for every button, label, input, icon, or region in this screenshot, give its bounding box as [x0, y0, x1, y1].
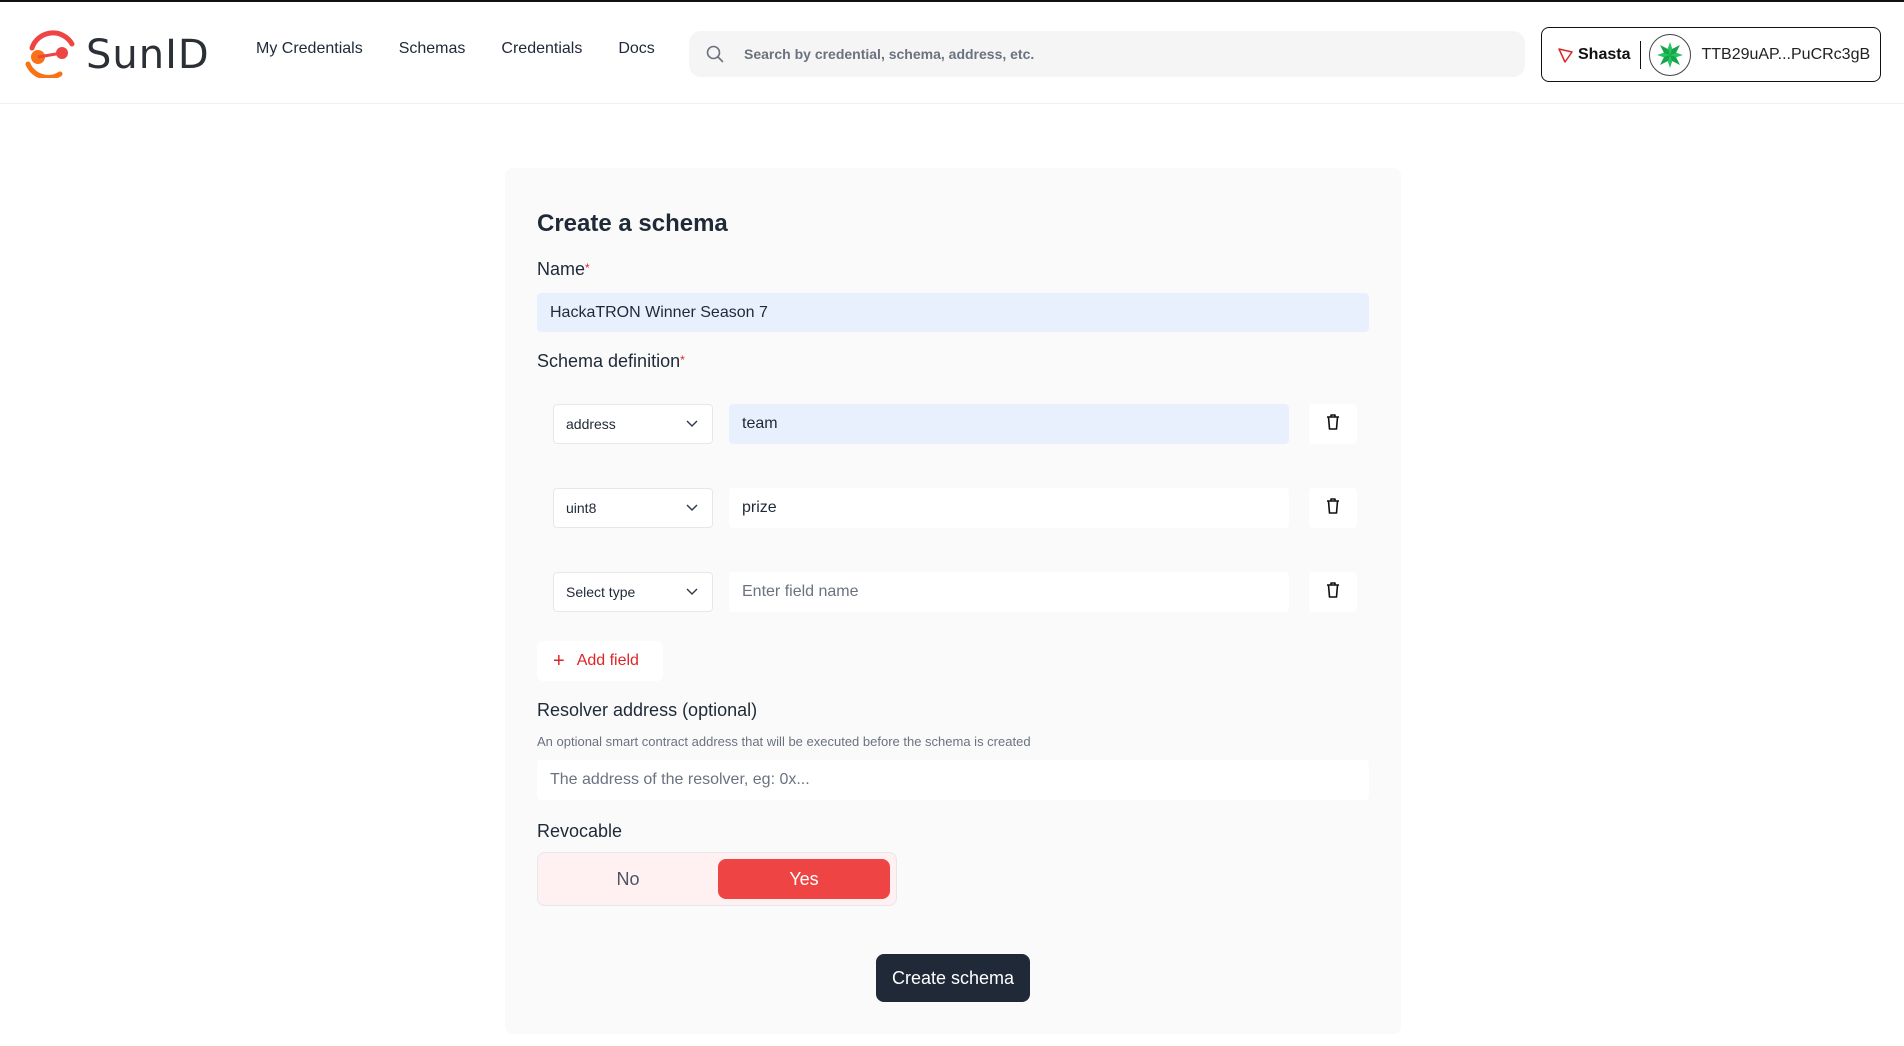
- field-name-input[interactable]: [729, 572, 1289, 612]
- network-name: Shasta: [1578, 45, 1631, 63]
- revocable-no-option[interactable]: No: [542, 859, 714, 899]
- name-label: Name*: [537, 259, 590, 280]
- delete-field-button[interactable]: [1309, 404, 1357, 444]
- schema-field-row: Select type: [553, 572, 1357, 612]
- wallet-address: TTB29uAP...PuCRc3gB: [1701, 45, 1871, 63]
- resolver-help-text: An optional smart contract address that …: [537, 734, 1031, 749]
- field-type-value: address: [566, 416, 616, 432]
- required-marker: *: [680, 353, 685, 367]
- revocable-label: Revocable: [537, 821, 623, 841]
- field-name-input[interactable]: [729, 488, 1289, 528]
- create-schema-card: Create a schema Name* Schema definition*…: [505, 168, 1401, 1034]
- header: SunID My Credentials Schemas Credentials…: [0, 2, 1904, 104]
- chevron-down-icon: [686, 588, 698, 596]
- tron-icon: [1558, 47, 1574, 63]
- trash-icon: [1326, 581, 1340, 603]
- nav-docs[interactable]: Docs: [618, 40, 654, 58]
- sunid-logo-icon: [25, 30, 75, 78]
- schema-field-row: uint8: [553, 488, 1357, 528]
- field-type-value: Select type: [566, 584, 636, 600]
- divider: [1640, 40, 1642, 69]
- page-title: Create a schema: [537, 210, 728, 237]
- delete-field-button[interactable]: [1309, 488, 1357, 528]
- search-bar: [689, 31, 1525, 77]
- field-type-select[interactable]: uint8: [553, 488, 713, 528]
- create-schema-button[interactable]: Create schema: [876, 954, 1030, 1002]
- revocable-yes-option[interactable]: Yes: [718, 859, 890, 899]
- brand-name: SunID: [86, 32, 210, 78]
- schema-definition-label-text: Schema definition: [537, 351, 681, 371]
- wallet-button[interactable]: Shasta TTB29uAP...PuCRc3gB: [1541, 27, 1881, 82]
- main-nav: My Credentials Schemas Credentials Docs: [256, 40, 691, 58]
- field-type-value: uint8: [566, 500, 597, 516]
- logo[interactable]: SunID: [24, 30, 224, 78]
- resolver-address-input[interactable]: [537, 760, 1369, 800]
- search-input[interactable]: [744, 46, 1504, 62]
- delete-field-button[interactable]: [1309, 572, 1357, 612]
- trash-icon: [1326, 497, 1340, 519]
- chevron-down-icon: [686, 504, 698, 512]
- add-field-button[interactable]: + Add field: [537, 641, 663, 681]
- field-type-select[interactable]: address: [553, 404, 713, 444]
- search-icon: [706, 45, 724, 63]
- required-marker: *: [585, 261, 590, 275]
- avatar: [1649, 33, 1692, 76]
- nav-schemas[interactable]: Schemas: [399, 40, 466, 58]
- name-input[interactable]: [537, 293, 1369, 332]
- plus-icon: +: [553, 650, 565, 672]
- schema-definition-label: Schema definition*: [537, 351, 685, 372]
- add-field-label: Add field: [576, 652, 639, 669]
- chevron-down-icon: [686, 420, 698, 428]
- revocable-toggle: No Yes: [537, 852, 897, 906]
- trash-icon: [1326, 413, 1340, 435]
- resolver-label: Resolver address (optional): [537, 700, 758, 720]
- schema-field-row: address: [553, 404, 1357, 444]
- nav-credentials[interactable]: Credentials: [501, 40, 582, 58]
- name-label-text: Name: [537, 259, 586, 279]
- field-type-select[interactable]: Select type: [553, 572, 713, 612]
- nav-my-credentials[interactable]: My Credentials: [256, 40, 363, 58]
- field-name-input[interactable]: [729, 404, 1289, 444]
